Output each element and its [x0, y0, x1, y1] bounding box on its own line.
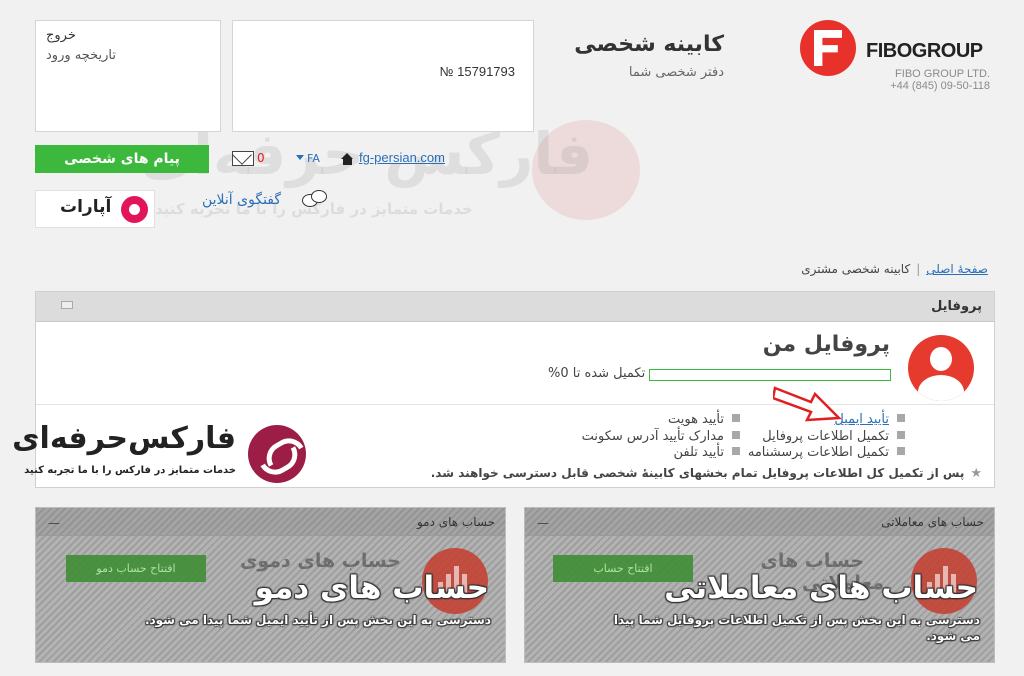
page-subtitle: دفتر شخصی شما — [628, 65, 724, 80]
logout-link[interactable]: خروج — [46, 28, 76, 43]
brand-phone: +44 (845) 09-50-118 — [890, 80, 990, 92]
account-number: № 15791793 — [439, 64, 515, 79]
profile-progress-text: تکمیل شده تا 0% — [548, 366, 646, 381]
forex-badge: فارکس‌حرفه‌ای خدمات متمایز در فارکس را ب… — [12, 415, 314, 485]
profile-note: ★پس از تکمیل کل اطلاعات پروفایل تمام بخش… — [430, 466, 982, 481]
demo-ghost-title: حساب های دموی — [239, 550, 401, 572]
avatar — [908, 335, 974, 401]
aparat-label: آپارات — [60, 197, 112, 217]
brand-name: FIBOGROUP — [866, 40, 983, 62]
badge-subtitle: خدمات متمایز در فارکس را با ما تجربه کنی… — [24, 465, 236, 476]
brand-contact: FIBO GROUP LTD. +44 (845) 09-50-118 — [890, 68, 990, 92]
demo-description: دسترسی به این بخش پس از تأیید ایمیل شما … — [144, 613, 491, 627]
task-verify-phone[interactable]: تأیید تلفن — [674, 445, 740, 460]
unread-count: 0 — [257, 151, 265, 165]
fibo-logo[interactable]: FIBOGROUP FIBO GROUP LTD. +44 (845) 09-5… — [800, 18, 990, 98]
account-box: № 15791793 — [232, 20, 534, 132]
minimize-icon[interactable] — [61, 301, 73, 309]
demo-overlay-title: حساب های دمو — [254, 570, 489, 606]
open-demo-account-button[interactable]: افتتاح حساب دمو — [66, 555, 206, 582]
chat-icon[interactable] — [302, 190, 328, 210]
arrow-icon — [773, 386, 842, 422]
trading-panel-collapse[interactable]: — — [537, 516, 549, 530]
brand-company: FIBO GROUP LTD. — [895, 68, 990, 80]
profile-panel: پروفایل پروفایل من تکمیل شده تا 0% تأیید… — [12, 291, 995, 488]
task-questionnaire[interactable]: تکمیل اطلاعات پرسشنامه — [748, 445, 905, 460]
task-address-docs[interactable]: مدارک تأیید آدرس سکونت — [582, 429, 740, 444]
trading-panel-header: حساب های معاملاتی — — [525, 508, 994, 536]
trading-description: دسترسی به این بخش پس از تکمیل اطلاعات پر… — [613, 613, 980, 643]
home-icon[interactable] — [341, 153, 354, 165]
language-label: FA — [307, 152, 320, 165]
trading-overlay-title: حساب های معاملاتی — [664, 570, 978, 606]
breadcrumb-separator: | — [916, 262, 921, 276]
online-chat-link[interactable]: گفتگوی آنلاین — [202, 192, 281, 208]
user-menu-box: خروج تاریخچه ورود — [35, 20, 221, 132]
breadcrumb-current: کابینه شخصی مشتری — [801, 262, 911, 276]
task-verify-identity[interactable]: تأیید هویت — [668, 412, 740, 427]
profile-panel-header: پروفایل — [36, 292, 994, 322]
trading-ghost-title-1: حساب های — [760, 550, 864, 572]
trading-panel-title: حساب های معاملاتی — [881, 515, 984, 529]
breadcrumb: صفحهٔ اصلی | کابینه شخصی مشتری — [801, 262, 988, 276]
demo-panel-header: حساب های دمو — — [36, 508, 505, 536]
demo-panel-collapse[interactable]: — — [48, 516, 60, 530]
profile-panel-title: پروفایل — [931, 299, 982, 314]
fibo-logo-icon — [800, 20, 856, 76]
site-link[interactable]: fg-persian.com — [359, 150, 445, 165]
aparat-icon — [121, 196, 148, 223]
page-title: کابینه شخصی — [574, 32, 724, 57]
task-verify-email[interactable]: تأیید ایمیل — [834, 412, 905, 427]
profile-name: پروفایل من — [762, 332, 890, 357]
demo-accounts-panel: حساب های دمو — افتتاح حساب دمو حساب های … — [35, 507, 506, 663]
breadcrumb-home[interactable]: صفحهٔ اصلی — [926, 262, 988, 276]
star-icon: ★ — [970, 466, 982, 481]
trading-accounts-panel: حساب های معاملاتی — افتتاح حساب حساب های… — [524, 507, 995, 663]
login-history-link[interactable]: تاریخچه ورود — [46, 48, 116, 63]
caret-down-icon — [296, 155, 304, 160]
badge-title: فارکس‌حرفه‌ای — [12, 421, 236, 456]
aparat-banner[interactable]: آپارات — [35, 190, 155, 228]
mail-icon[interactable] — [232, 151, 254, 166]
profile-progress-bar — [649, 369, 891, 381]
badge-logo-icon — [248, 425, 306, 483]
task-complete-profile[interactable]: تکمیل اطلاعات پروفایل — [762, 429, 905, 444]
personal-messages-button[interactable]: پیام های شخصی — [35, 145, 209, 173]
language-selector[interactable]: FA — [296, 152, 320, 165]
demo-panel-title: حساب های دمو — [416, 515, 495, 529]
divider — [36, 404, 994, 405]
